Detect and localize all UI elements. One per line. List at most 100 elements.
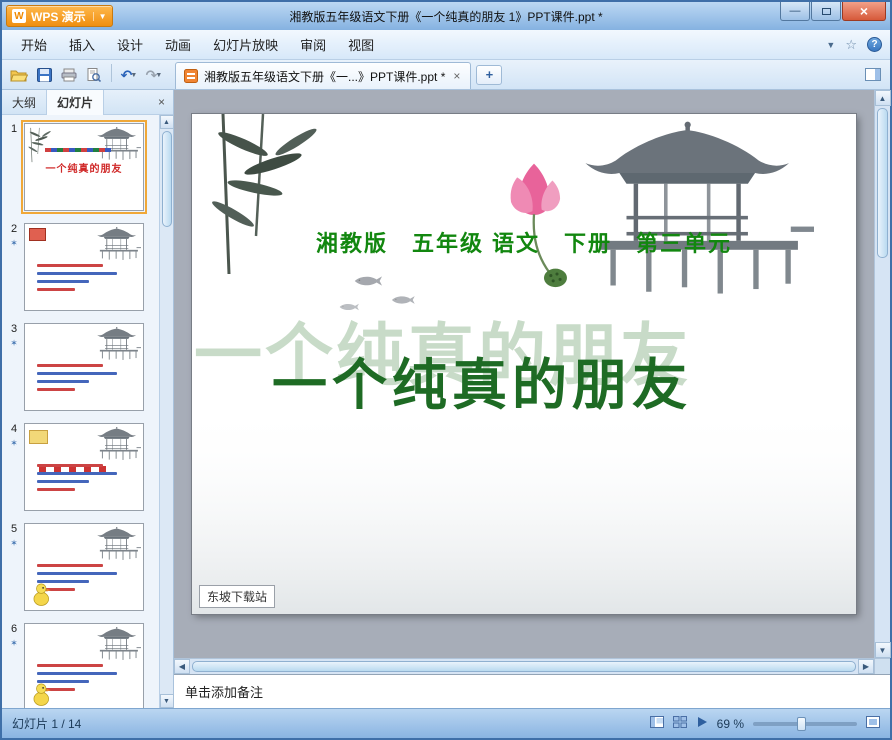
presentation-file-icon	[184, 69, 198, 83]
zoom-slider[interactable]	[753, 716, 857, 731]
scroll-up-icon[interactable]: ▲	[159, 115, 174, 129]
pavilion-icon	[585, 121, 814, 294]
slide-thumbnail-list: 1 ✶ 一个纯真的朋友 2 ✶	[2, 115, 173, 708]
wps-app-button[interactable]: W WPS 演示 ▼	[6, 5, 113, 27]
app-button-label: WPS 演示	[31, 9, 86, 24]
minimize-button[interactable]: —	[780, 2, 810, 21]
animation-indicator-icon: ✶	[10, 638, 18, 648]
zoom-level: 69 %	[716, 716, 744, 731]
redo-button[interactable]: ↷ ▼	[143, 64, 165, 86]
slide-title-text[interactable]: 一个纯真的朋友	[192, 340, 814, 420]
slide-thumbnail-row: 3 ✶ 一个纯真的朋友	[4, 323, 155, 411]
animation-indicator-icon: ✶	[10, 538, 18, 548]
vertical-scroll-thumb[interactable]	[877, 108, 888, 258]
floppy-save-icon	[36, 68, 52, 82]
normal-view-button[interactable]	[649, 716, 664, 731]
slide-thumbnail[interactable]: 一个纯真的朋友	[24, 223, 144, 311]
slide-sorter-icon	[672, 716, 687, 728]
slide-canvas[interactable]: 湘教版 五年级 语文 下册 第三单元 一个纯真的朋友 一个纯真的朋友 东坡下载站	[192, 114, 856, 614]
print-preview-icon	[87, 68, 101, 82]
chevron-down-icon[interactable]: ▼	[92, 11, 107, 21]
task-panel-toggle-button[interactable]	[862, 64, 884, 86]
slide-thumbnail-row: 1 ✶ 一个纯真的朋友	[4, 120, 155, 214]
play-icon	[697, 717, 707, 727]
vertical-scrollbar[interactable]: ▲ ▼	[874, 90, 891, 658]
panel-close-icon[interactable]: ×	[150, 90, 173, 114]
menu-item-view[interactable]: 视图	[337, 29, 385, 60]
document-tab[interactable]: 湘教版五年级语文下册《一...》PPT课件.ppt * ×	[175, 62, 472, 89]
print-preview-button[interactable]	[83, 64, 105, 86]
fit-to-window-button[interactable]	[866, 716, 880, 731]
save-button[interactable]	[33, 64, 55, 86]
thumbnail-subtitle-line	[45, 148, 111, 152]
document-tab-label: 湘教版五年级语文下册《一...》PPT课件.ppt *	[204, 69, 446, 84]
slide-sorter-view-button[interactable]	[672, 716, 687, 731]
menu-item-review[interactable]: 审阅	[289, 29, 337, 60]
slide-thumbnail[interactable]: 一个纯真的朋友	[24, 623, 144, 708]
wps-logo-icon: W	[12, 9, 26, 23]
slide-panel: 大纲 幻灯片 × 1 ✶ 一个纯真的朋友	[2, 90, 174, 708]
favorites-star-icon[interactable]: ☆	[845, 37, 857, 53]
slide-thumbnail-number: 4	[10, 423, 18, 435]
menu-item-animation[interactable]: 动画	[154, 29, 202, 60]
thumbnail-text-lines	[37, 364, 131, 391]
slideshow-play-button[interactable]	[696, 716, 708, 731]
slide-thumbnail[interactable]: 一个纯真的朋友	[24, 323, 144, 411]
undo-button[interactable]: ↶ ▼	[118, 64, 140, 86]
sidebar-scrollbar[interactable]: ▲ ▼	[159, 115, 174, 708]
fish-icon	[354, 276, 382, 286]
thumbnail-image-placeholder	[29, 228, 46, 241]
tab-outline[interactable]: 大纲	[2, 90, 46, 114]
maximize-button[interactable]	[811, 2, 841, 21]
notes-pane[interactable]: 单击添加备注	[174, 674, 890, 708]
site-watermark-label: 东坡下载站	[199, 585, 276, 608]
pavilion-icon	[93, 626, 141, 662]
tab-close-icon[interactable]: ×	[451, 69, 462, 83]
menu-item-design[interactable]: 设计	[106, 29, 154, 60]
scroll-up-icon[interactable]: ▲	[874, 90, 891, 106]
new-tab-button[interactable]: +	[476, 64, 503, 85]
notes-placeholder: 单击添加备注	[185, 685, 264, 700]
tab-slides[interactable]: 幻灯片	[46, 90, 105, 115]
undo-dropdown-icon[interactable]: ▼	[130, 72, 137, 79]
slide-header-text[interactable]: 湘教版 五年级 语文 下册 第三单元	[192, 226, 856, 258]
redo-dropdown-icon[interactable]: ▼	[155, 72, 162, 79]
maximize-icon	[821, 7, 831, 15]
collapse-ribbon-icon[interactable]: ▼	[826, 40, 835, 50]
slide-thumbnail[interactable]: 一个纯真的朋友	[21, 120, 147, 214]
slide-thumbnail[interactable]: 一个纯真的朋友	[24, 523, 144, 611]
pavilion-icon	[93, 126, 141, 162]
help-icon[interactable]: ?	[867, 37, 882, 52]
open-file-button[interactable]	[8, 64, 30, 86]
close-button[interactable]: ×	[842, 2, 886, 21]
thumbnail-text-lines	[37, 464, 131, 491]
scroll-right-icon[interactable]: ▶	[858, 659, 874, 674]
slide-editing-area[interactable]: 湘教版 五年级 语文 下册 第三单元 一个纯真的朋友 一个纯真的朋友 东坡下载站	[174, 90, 874, 658]
panel-toggle-icon	[865, 68, 881, 81]
cartoon-figure-icon	[31, 682, 53, 707]
menu-item-home[interactable]: 开始	[10, 29, 58, 60]
normal-view-icon	[649, 716, 664, 728]
status-bar: 幻灯片 1 / 14 69 %	[2, 708, 890, 738]
slide-thumbnail-number: 1	[10, 123, 18, 135]
slide-thumbnail[interactable]: 一个纯真的朋友	[24, 423, 144, 511]
horizontal-scroll-thumb[interactable]	[192, 661, 856, 672]
scroll-down-icon[interactable]: ▼	[159, 694, 174, 708]
title-bar: W WPS 演示 ▼ 湘教版五年级语文下册《一个纯真的朋友 1》PPT课件.pp…	[2, 2, 890, 30]
scroll-down-icon[interactable]: ▼	[874, 642, 891, 658]
menu-item-insert[interactable]: 插入	[58, 29, 106, 60]
scroll-left-icon[interactable]: ◀	[174, 659, 190, 674]
slide-thumbnail-number: 5	[10, 523, 18, 535]
animation-indicator-icon: ✶	[10, 438, 18, 448]
thumbnail-text-lines	[37, 264, 131, 291]
slide-thumbnail-row: 6 ✶ 一个纯真的朋友	[4, 623, 155, 708]
pavilion-icon	[93, 226, 141, 262]
slide-thumbnail-row: 2 ✶ 一个纯真的朋友	[4, 223, 155, 311]
panel-tabs: 大纲 幻灯片 ×	[2, 90, 173, 115]
pavilion-icon	[93, 426, 141, 462]
zoom-slider-thumb[interactable]	[797, 716, 806, 731]
print-button[interactable]	[58, 64, 80, 86]
menu-item-slideshow[interactable]: 幻灯片放映	[202, 29, 289, 60]
sidebar-scroll-thumb[interactable]	[161, 131, 172, 227]
horizontal-scrollbar[interactable]: ◀ ▶	[174, 658, 874, 674]
